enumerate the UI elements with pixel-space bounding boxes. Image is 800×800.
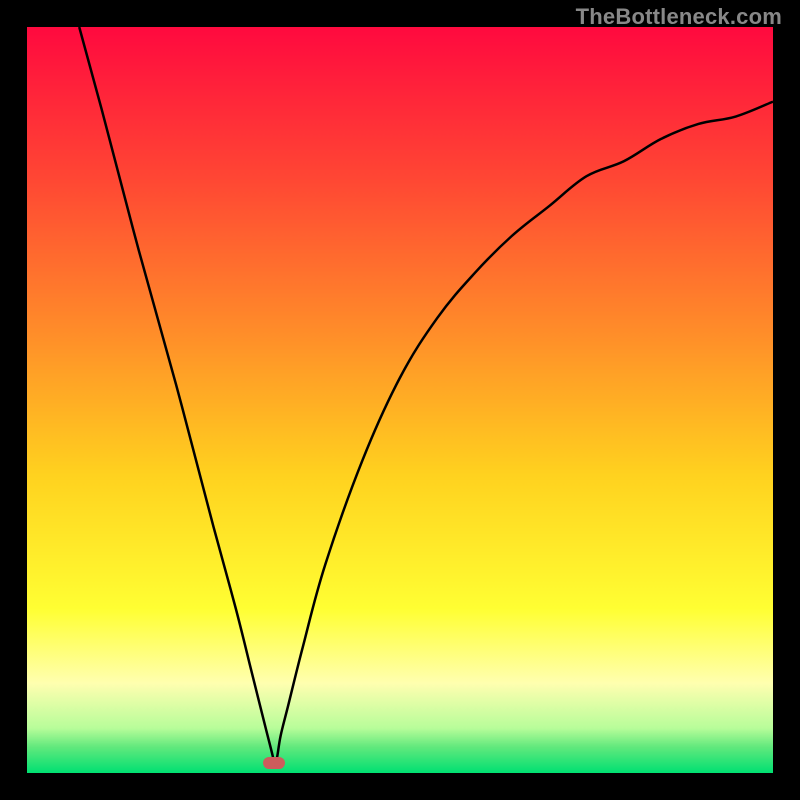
optimal-point-marker: [263, 757, 285, 769]
watermark-text: TheBottleneck.com: [576, 4, 782, 30]
chart-container: TheBottleneck.com: [0, 0, 800, 800]
bottleneck-curve: [27, 27, 773, 773]
